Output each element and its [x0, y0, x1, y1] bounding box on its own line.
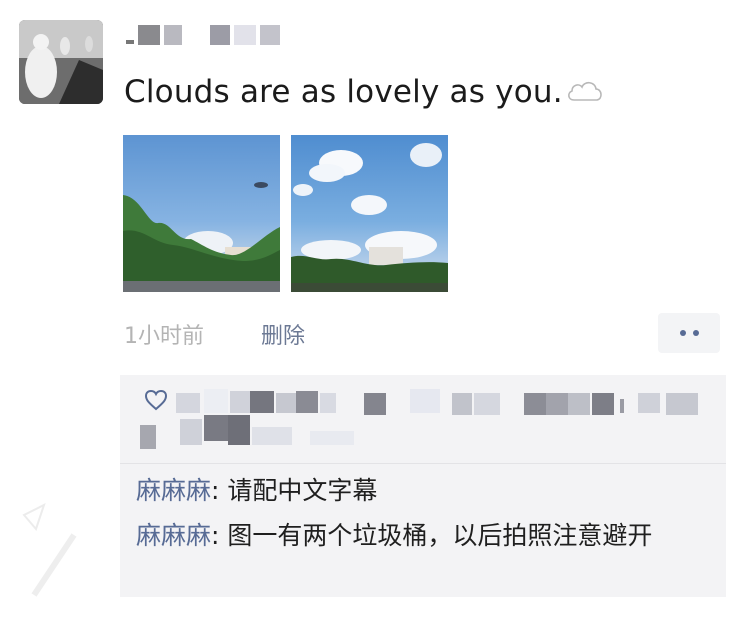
comment-1[interactable]: 麻麻麻: 请配中文字幕 [136, 473, 377, 509]
username-redacted[interactable] [126, 24, 306, 46]
more-dots-icon [679, 330, 686, 336]
comment-2[interactable]: 麻麻麻: 图一有两个垃圾桶，以后拍照注意避开 [136, 518, 712, 554]
delete-link[interactable]: 删除 [261, 318, 305, 350]
more-dots-icon [692, 330, 699, 336]
post-time: 1小时前 [124, 324, 204, 349]
post-text-label: Clouds are as lovely as you. [124, 74, 563, 110]
more-button[interactable] [658, 313, 720, 353]
watermark-logo [14, 495, 84, 605]
comment-author[interactable]: 麻麻麻 [136, 476, 211, 505]
comment-box: 麻麻麻: 请配中文字幕 麻麻麻: 图一有两个垃圾桶，以后拍照注意避开 [120, 375, 726, 597]
comment-text: 图一有两个垃圾桶，以后拍照注意避开 [227, 521, 653, 550]
photo-1-image [123, 182, 280, 292]
comment-author[interactable]: 麻麻麻 [136, 521, 211, 550]
comment-separator: : [211, 521, 228, 550]
comment-text: 请配中文字幕 [227, 476, 378, 505]
photo-2-image [291, 143, 448, 292]
avatar-image [19, 20, 103, 104]
heart-icon [144, 389, 168, 415]
comment-separator: : [211, 476, 228, 505]
cloud-icon [565, 76, 605, 112]
photo-2[interactable] [291, 135, 448, 292]
likes-row [120, 375, 726, 464]
photo-1[interactable] [123, 135, 280, 292]
avatar[interactable] [19, 20, 103, 104]
post-text: Clouds are as lovely as you. [124, 74, 605, 112]
